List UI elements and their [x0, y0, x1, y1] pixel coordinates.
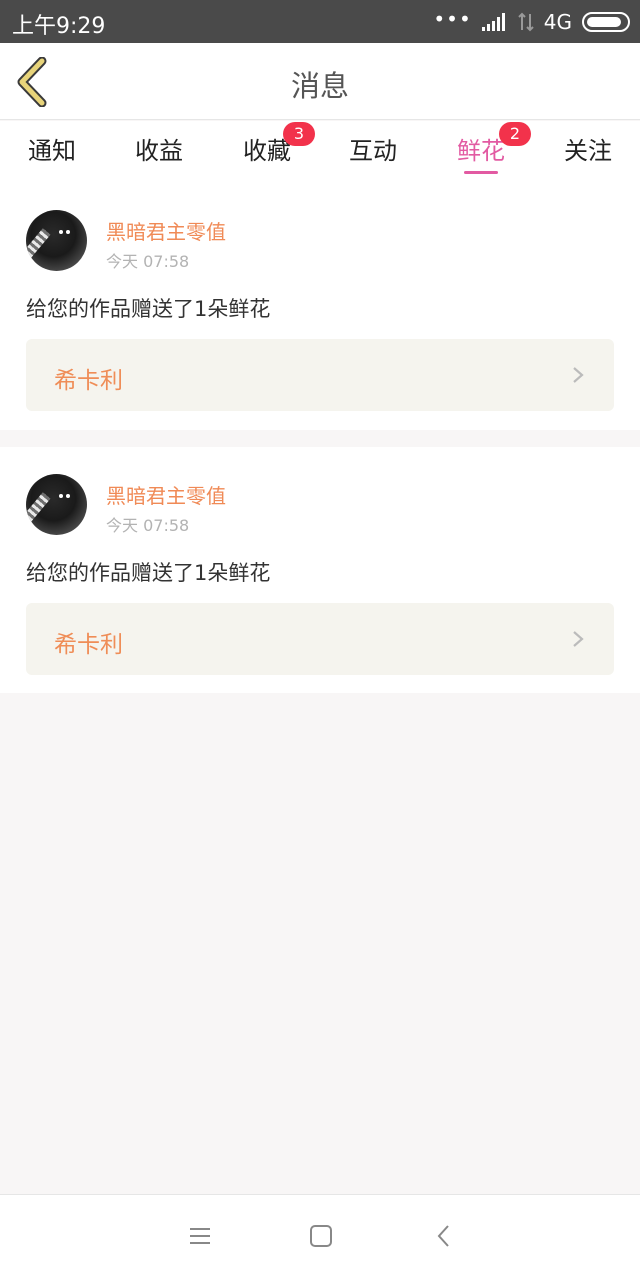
data-arrows-icon [518, 12, 534, 32]
sender-name[interactable]: 黑暗君主零值 [106, 216, 226, 245]
page-title: 消息 [290, 69, 349, 103]
header: 消息 [0, 43, 640, 120]
status-time: 上午9:29 [12, 14, 106, 39]
tab-label: 通知 [28, 137, 76, 165]
tab-label: 收益 [135, 137, 183, 165]
active-tab-indicator [464, 171, 498, 174]
menu-icon [190, 1228, 210, 1244]
network-type: 4G [543, 10, 572, 34]
tab-label: 互动 [349, 137, 397, 165]
tab-label: 收藏 [243, 137, 291, 165]
unread-badge: 2 [499, 122, 531, 146]
tab-interactions[interactable]: 互动 [323, 131, 423, 166]
tab-earnings[interactable]: 收益 [109, 131, 209, 166]
signal-icon [481, 13, 505, 31]
back-chevron-icon [437, 1225, 449, 1247]
chevron-right-icon [573, 631, 584, 647]
unread-badge: 3 [283, 122, 315, 146]
tab-label: 鲜花 [457, 137, 505, 165]
message-card: 黑暗君主零值 今天 07:58 给您的作品赠送了1朵鲜花 希卡利 [0, 447, 640, 693]
chevron-right-icon [573, 367, 584, 383]
tab-label: 关注 [564, 137, 612, 165]
avatar[interactable] [26, 474, 87, 535]
status-icons: ••• 4G [433, 8, 630, 36]
system-nav-bar [0, 1194, 640, 1280]
tab-notifications[interactable]: 通知 [2, 131, 102, 166]
menu-button[interactable] [188, 1224, 212, 1248]
tab-following[interactable]: 关注 [538, 131, 638, 166]
avatar[interactable] [26, 210, 87, 271]
tab-favorites[interactable]: 收藏 3 [217, 122, 317, 166]
work-link[interactable]: 希卡利 [26, 603, 614, 675]
message-card: 黑暗君主零值 今天 07:58 给您的作品赠送了1朵鲜花 希卡利 [0, 181, 640, 430]
work-title: 希卡利 [54, 368, 123, 394]
avatar-eye [59, 494, 63, 498]
message-time: 今天 07:58 [106, 252, 190, 271]
work-link[interactable]: 希卡利 [26, 339, 614, 411]
sender-name[interactable]: 黑暗君主零值 [106, 480, 226, 509]
avatar-stripe [26, 228, 51, 258]
home-button[interactable] [309, 1224, 333, 1248]
battery-icon [582, 12, 630, 32]
avatar-eye [66, 494, 70, 498]
work-title: 希卡利 [54, 632, 123, 658]
status-bar: 上午9:29 ••• 4G [0, 0, 640, 43]
message-time: 今天 07:58 [106, 516, 190, 535]
message-text: 给您的作品赠送了1朵鲜花 [26, 561, 271, 585]
avatar-eye [59, 230, 63, 234]
more-dots-icon: ••• [433, 7, 472, 31]
avatar-stripe [26, 492, 51, 522]
avatar-eye [66, 230, 70, 234]
message-text: 给您的作品赠送了1朵鲜花 [26, 297, 271, 321]
tab-bar: 通知 收益 收藏 3 互动 鲜花 2 关注 [0, 121, 640, 181]
home-square-icon [310, 1225, 332, 1247]
tab-flowers[interactable]: 鲜花 2 [431, 122, 531, 174]
back-nav-button[interactable] [432, 1224, 456, 1248]
